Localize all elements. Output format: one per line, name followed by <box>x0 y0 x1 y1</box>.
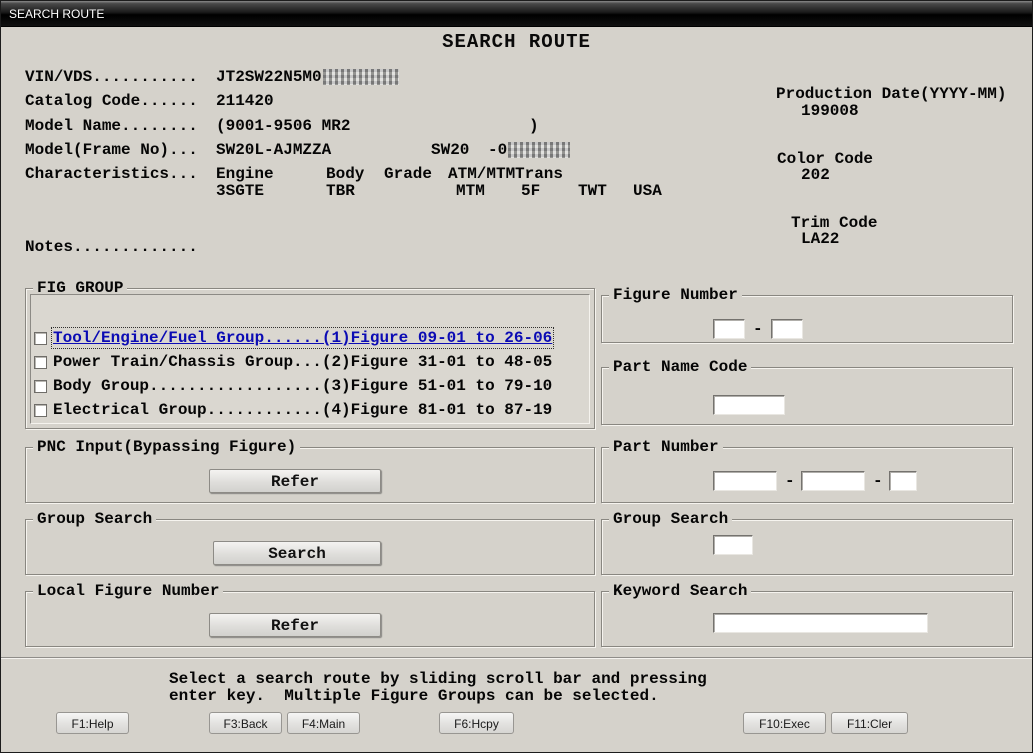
figure-number-input-2[interactable] <box>771 319 803 339</box>
vin-label: VIN/VDS........... <box>25 68 198 86</box>
app-window: SEARCH ROUTE SEARCH ROUTE VIN/VDS.......… <box>0 0 1033 753</box>
production-date-label: Production Date(YYYY-MM) <box>776 85 1007 103</box>
pnc-input-legend: PNC Input(Bypassing Figure) <box>33 438 301 456</box>
vin-redacted <box>323 69 399 85</box>
part-number-input-1[interactable] <box>713 471 777 491</box>
local-figure-refer-button[interactable]: Refer <box>209 613 381 637</box>
group-search-panel-right: Group Search <box>601 510 1013 575</box>
page-title: SEARCH ROUTE <box>442 31 591 53</box>
char-header-engine: Engine <box>216 165 274 183</box>
char-value-usa: USA <box>633 182 662 200</box>
model-name-label: Model Name........ <box>25 117 198 135</box>
footer-divider <box>1 657 1032 659</box>
trim-code-value: LA22 <box>801 230 840 248</box>
group-search-input[interactable] <box>713 535 753 555</box>
group-search-right-legend: Group Search <box>609 510 733 528</box>
frame-code-value: SW20L-AJMZZA <box>216 141 332 159</box>
model-name-close-paren: ) <box>529 117 539 135</box>
keyword-search-legend: Keyword Search <box>609 582 752 600</box>
char-value-body: TBR <box>326 182 355 200</box>
fig-group-item-electrical[interactable]: Electrical Group............(4)Figure 81… <box>53 401 552 419</box>
frame-redacted <box>508 142 570 158</box>
characteristics-label: Characteristics... <box>25 165 198 183</box>
figure-number-input-1[interactable] <box>713 319 745 339</box>
frame-no-label: Model(Frame No)... <box>25 141 198 159</box>
part-name-code-panel: Part Name Code <box>601 358 1013 425</box>
fig-group-checkbox-4[interactable] <box>34 404 47 417</box>
title-bar[interactable]: SEARCH ROUTE <box>1 1 1032 27</box>
vin-value: JT2SW22N5M0 <box>216 68 322 86</box>
part-number-input-2[interactable] <box>801 471 865 491</box>
part-name-code-input[interactable] <box>713 395 785 415</box>
f11-cler-button[interactable]: F11:Cler <box>831 712 908 734</box>
keyword-search-input[interactable] <box>713 613 928 633</box>
f3-back-button[interactable]: F3:Back <box>209 712 282 734</box>
group-search-button[interactable]: Search <box>213 541 381 565</box>
part-name-code-legend: Part Name Code <box>609 358 752 376</box>
production-date-value: 199008 <box>801 102 859 120</box>
char-header-trans: Trans <box>515 165 564 183</box>
char-value-twt: TWT <box>578 182 607 200</box>
figure-number-legend: Figure Number <box>609 286 742 304</box>
group-search-left-legend: Group Search <box>33 510 157 528</box>
instruction-line-1: Select a search route by sliding scroll … <box>169 670 707 688</box>
part-number-separator-1: - <box>785 472 795 490</box>
f4-main-button[interactable]: F4:Main <box>287 712 360 734</box>
catalog-code-value: 211420 <box>216 92 274 110</box>
catalog-code-label: Catalog Code...... <box>25 92 198 110</box>
color-code-value: 202 <box>801 166 830 184</box>
window-title: SEARCH ROUTE <box>9 6 105 21</box>
f6-hcpy-button[interactable]: F6:Hcpy <box>439 712 514 734</box>
part-number-input-3[interactable] <box>889 471 917 491</box>
char-value-engine: 3SGTE <box>216 182 265 200</box>
frame-suffix-value: -0 <box>488 141 508 159</box>
local-figure-number-legend: Local Figure Number <box>33 582 224 600</box>
part-number-legend: Part Number <box>609 438 723 456</box>
char-header-grade: Grade <box>384 165 433 183</box>
main-content: SEARCH ROUTE VIN/VDS........... JT2SW22N… <box>1 27 1032 752</box>
instruction-line-2: enter key. Multiple Figure Groups can be… <box>169 687 659 705</box>
frame-model-value: SW20 <box>431 141 470 159</box>
char-header-atm-mtm: ATM/MTM <box>448 165 516 183</box>
pnc-refer-button[interactable]: Refer <box>209 469 381 493</box>
f10-exec-button[interactable]: F10:Exec <box>743 712 826 734</box>
fig-group-checkbox-1[interactable] <box>34 332 47 345</box>
fig-group-checkbox-2[interactable] <box>34 356 47 369</box>
char-value-trans: 5F <box>521 182 541 200</box>
figure-number-panel: Figure Number <box>601 286 1013 343</box>
model-name-value: (9001-9506 MR2 <box>216 117 351 135</box>
part-number-separator-2: - <box>873 472 883 490</box>
char-value-transmission-type: MTM <box>456 182 485 200</box>
fig-group-item-tool-engine-fuel[interactable]: Tool/Engine/Fuel Group......(1)Figure 09… <box>50 327 555 349</box>
notes-label: Notes............. <box>25 238 198 256</box>
char-header-body: Body <box>326 165 365 183</box>
figure-number-separator: - <box>753 320 763 338</box>
fig-group-item-power-train-chassis[interactable]: Power Train/Chassis Group...(2)Figure 31… <box>53 353 552 371</box>
fig-group-checkbox-3[interactable] <box>34 380 47 393</box>
f1-help-button[interactable]: F1:Help <box>56 712 129 734</box>
fig-group-item-body[interactable]: Body Group..................(3)Figure 51… <box>53 377 552 395</box>
